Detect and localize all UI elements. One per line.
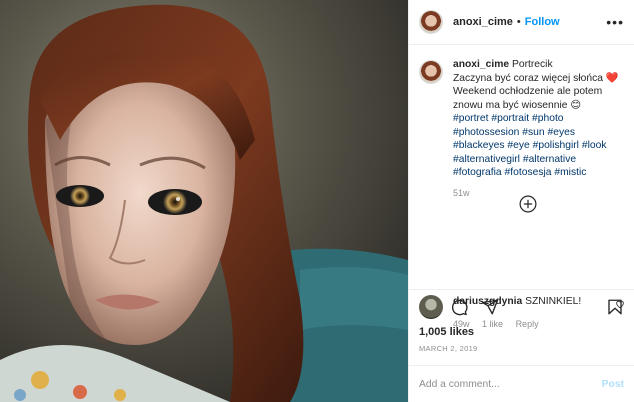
portrait-image (0, 0, 408, 402)
caption: anoxi_cime Portrecik Zaczyna być coraz w… (419, 58, 624, 200)
follow-button[interactable]: Follow (525, 16, 560, 28)
hashtag[interactable]: #mistic (554, 167, 586, 178)
comment-likes[interactable]: 1 like (482, 319, 503, 329)
hashtag[interactable]: #alternativegirl (453, 154, 520, 165)
commenter-username[interactable]: dariuszgdynia (453, 296, 522, 307)
reply-button[interactable]: Reply (516, 319, 539, 329)
hashtag[interactable]: #alternative (523, 154, 576, 165)
hashtag[interactable]: #fotografia (453, 167, 502, 178)
hashtag[interactable]: #fotosesja (505, 167, 552, 178)
comment-age: 49w (453, 319, 470, 329)
hashtag[interactable]: #eyes (548, 127, 575, 138)
comment-text: SZNINKIEL! (525, 296, 582, 307)
comments-section: anoxi_cime Portrecik Zaczyna być coraz w… (409, 45, 634, 329)
commenter-avatar[interactable] (419, 295, 443, 319)
instagram-post: anoxi_cime • Follow ••• anoxi_cime Portr… (0, 0, 634, 402)
caption-title: Portrecik (511, 59, 553, 70)
comment-meta: 49w 1 like Reply (453, 318, 615, 331)
author-avatar[interactable] (419, 10, 443, 34)
post-sidebar: anoxi_cime • Follow ••• anoxi_cime Portr… (408, 0, 634, 402)
caption-text: anoxi_cime Portrecik Zaczyna być coraz w… (453, 58, 624, 200)
caption-username[interactable]: anoxi_cime (453, 59, 509, 70)
caption-avatar[interactable] (419, 60, 443, 84)
hashtag[interactable]: #polishgirl (533, 140, 579, 151)
hashtag[interactable]: #blackeyes (453, 140, 505, 151)
more-options-icon[interactable]: ••• (606, 14, 624, 30)
comment-body: dariuszgdynia SZNINKIEL! 49w 1 like Repl… (453, 295, 615, 331)
author-username[interactable]: anoxi_cime (453, 16, 513, 28)
comment-item: dariuszgdynia SZNINKIEL! 49w 1 like Repl… (419, 295, 625, 331)
hashtag[interactable]: #sun (522, 127, 544, 138)
hashtag[interactable]: #portret (453, 113, 489, 124)
caption-age: 51w (453, 187, 470, 198)
header-separator: • (516, 16, 521, 28)
comment-input[interactable] (419, 378, 602, 390)
heart-emoji: ❤️ (605, 72, 619, 84)
post-comment-button[interactable]: Post (602, 379, 624, 390)
hashtag[interactable]: #photo (532, 113, 564, 124)
smile-emoji: 😊 (570, 99, 582, 111)
small-heart-icon[interactable] (615, 299, 625, 309)
hashtag[interactable]: #photossesion (453, 127, 519, 138)
caption-line1: Zaczyna być coraz więcej słońca (453, 72, 603, 84)
add-circle-icon[interactable] (519, 195, 537, 213)
post-date: MARCH 2, 2019 (419, 344, 478, 353)
hashtag[interactable]: #eye (507, 140, 529, 151)
add-comment-bar: Post (409, 365, 634, 402)
hashtag[interactable]: #look (582, 140, 607, 151)
hashtag[interactable]: #portrait (491, 113, 529, 124)
post-photo[interactable] (0, 0, 408, 402)
post-header: anoxi_cime • Follow ••• (409, 0, 634, 45)
